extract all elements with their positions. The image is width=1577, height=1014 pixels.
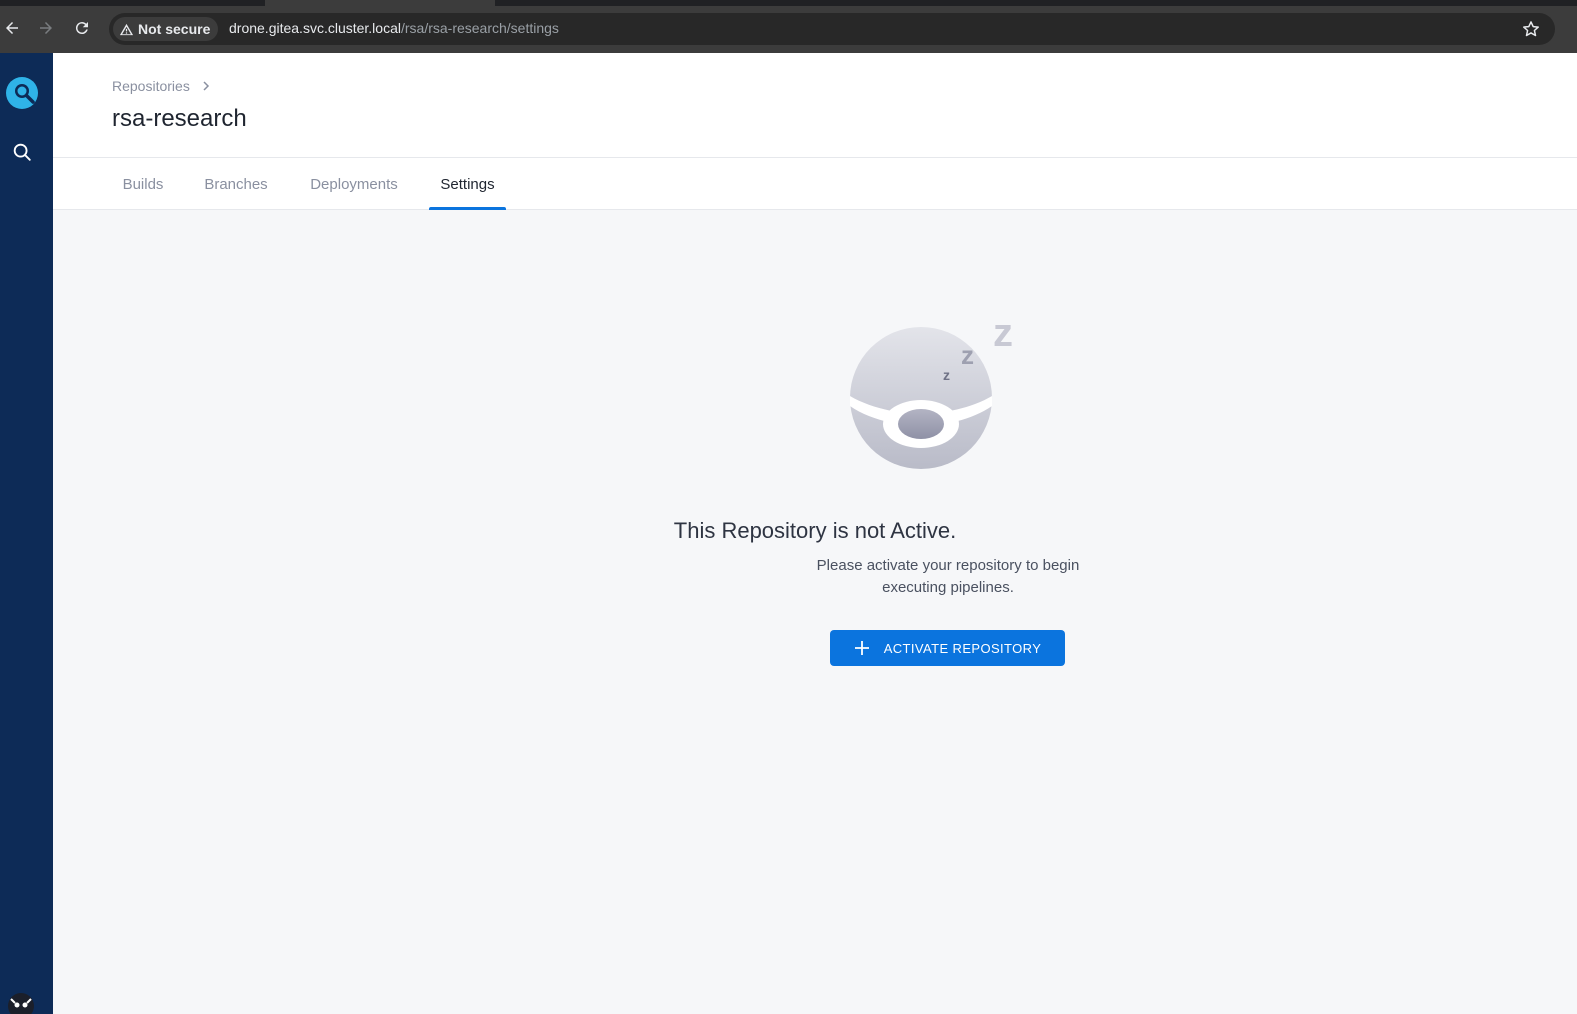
- back-button[interactable]: [0, 16, 24, 40]
- reload-button[interactable]: [70, 16, 94, 40]
- svg-text:z: z: [943, 367, 950, 383]
- user-avatar-icon[interactable]: [8, 993, 34, 1014]
- drone-logo-icon[interactable]: [5, 76, 39, 110]
- page-header: Repositories rsa-research: [53, 53, 1577, 158]
- tab-deployments[interactable]: Deployments: [299, 158, 409, 210]
- tab-settings[interactable]: Settings: [429, 158, 506, 210]
- page-title: rsa-research: [112, 105, 247, 132]
- reload-icon: [75, 22, 88, 35]
- browser-tab[interactable]: [265, 0, 495, 6]
- forward-button[interactable]: [34, 16, 58, 40]
- inactive-repo-empty-state: z z z This Repository is not Active. Ple…: [53, 210, 1577, 1014]
- url-path: /rsa/rsa-research/settings: [400, 20, 559, 36]
- sleeping-drone-illustration: z z z: [850, 311, 1013, 469]
- plus-icon: [854, 641, 869, 655]
- empty-state-title: This Repository is not Active.: [673, 518, 957, 543]
- repo-tabs: Builds Branches Deployments Settings: [53, 158, 1577, 210]
- svg-text:z: z: [993, 311, 1013, 355]
- url-host: drone.gitea.svc.cluster.local: [229, 20, 401, 36]
- activate-repository-button[interactable]: ACTIVATE REPOSITORY: [830, 630, 1065, 666]
- tab-builds[interactable]: Builds: [112, 158, 174, 210]
- bookmark-star-icon[interactable]: [1521, 19, 1541, 39]
- breadcrumb: Repositories: [112, 78, 212, 94]
- address-bar[interactable]: Not secure drone.gitea.svc.cluster.local…: [109, 13, 1555, 45]
- security-chip[interactable]: Not secure: [113, 17, 219, 41]
- svg-text:z: z: [961, 340, 974, 370]
- breadcrumb-repositories-link[interactable]: Repositories: [112, 78, 190, 94]
- chevron-right-icon: [203, 81, 209, 91]
- sidebar: [0, 53, 53, 1014]
- activate-button-label: ACTIVATE REPOSITORY: [883, 640, 1042, 656]
- warning-icon: [119, 23, 134, 35]
- browser-toolbar: Not secure drone.gitea.svc.cluster.local…: [0, 0, 1577, 53]
- empty-state-description: Please activate your repository to begin…: [816, 557, 1080, 596]
- security-label: Not secure: [138, 21, 211, 37]
- search-icon[interactable]: [11, 141, 33, 163]
- arrow-right-icon: [40, 22, 52, 34]
- tab-branches[interactable]: Branches: [194, 158, 278, 210]
- browser-tabstrip: [0, 0, 1577, 6]
- url-text[interactable]: drone.gitea.svc.cluster.local/rsa/rsa-re…: [229, 20, 559, 36]
- arrow-left-icon: [6, 22, 18, 34]
